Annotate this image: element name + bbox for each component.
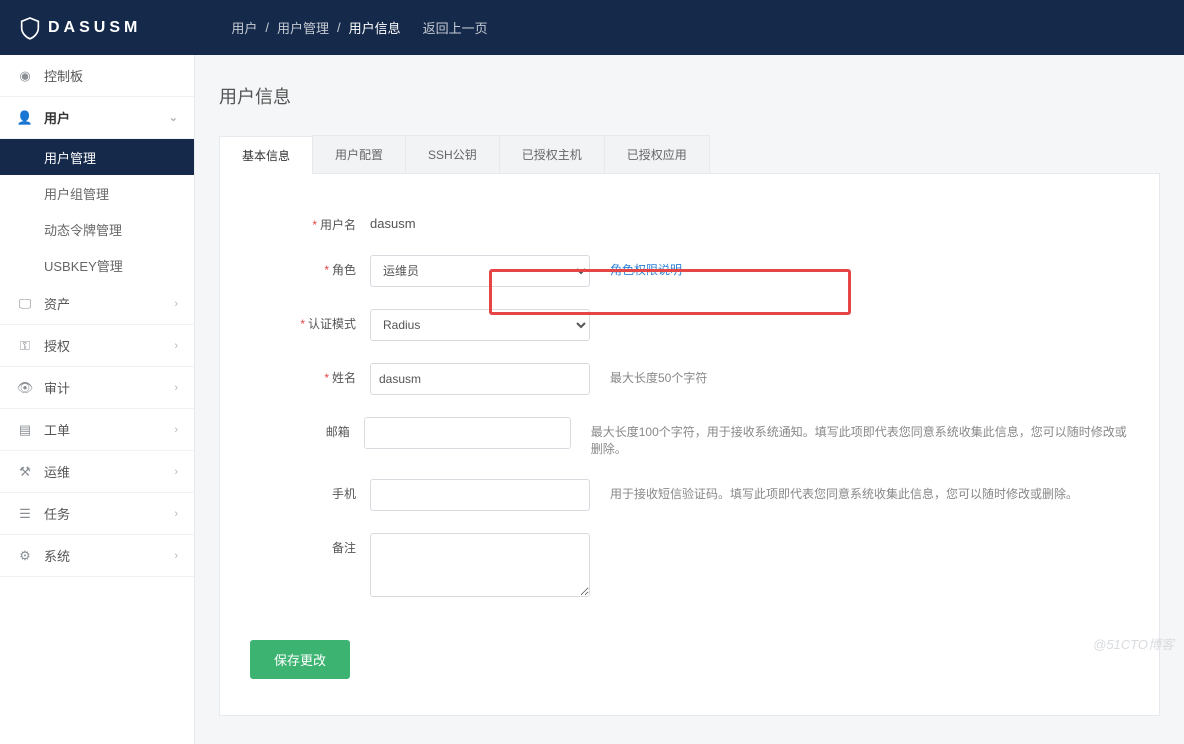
sidebar-sub-usergroup[interactable]: 用户组管理 xyxy=(0,175,194,211)
chevron-right-icon: › xyxy=(174,466,178,478)
monitor-icon: 🖵 xyxy=(16,296,34,312)
email-input[interactable] xyxy=(364,417,571,449)
shield-icon xyxy=(20,16,40,40)
sidebar-item-label: 用户 xyxy=(44,108,70,127)
chevron-right-icon: › xyxy=(174,382,178,394)
breadcrumb: 用户 / 用户管理 / 用户信息 返回上一页 xyxy=(231,18,487,37)
task-icon: ☰ xyxy=(16,506,34,522)
sidebar-item-audit[interactable]: 👁 审计 › xyxy=(0,367,194,409)
tab-config[interactable]: 用户配置 xyxy=(312,135,406,173)
file-icon: ▤ xyxy=(16,422,34,438)
chevron-right-icon: › xyxy=(174,508,178,520)
brand-text: DASUSM xyxy=(48,19,141,37)
watermark: @51CTO博客 xyxy=(1093,634,1174,653)
sidebar-sub-token[interactable]: 动态令牌管理 xyxy=(0,211,194,247)
sidebar-item-assets[interactable]: 🖵 资产 › xyxy=(0,283,194,325)
ops-icon: ⚒ xyxy=(16,464,34,480)
sidebar-item-label: 控制板 xyxy=(44,66,83,85)
tabs: 基本信息 用户配置 SSH公钥 已授权主机 已授权应用 xyxy=(219,135,1160,174)
realname-input[interactable] xyxy=(370,363,590,395)
breadcrumb-lvl3: 用户信息 xyxy=(349,18,401,37)
username-value: dasusm xyxy=(370,210,590,231)
realname-hint: 最大长度50个字符 xyxy=(610,363,707,386)
sidebar: ◉ 控制板 👤 用户 ⌄ 用户管理 用户组管理 动态令牌管理 USBKEY管理 … xyxy=(0,55,195,744)
sidebar-item-task[interactable]: ☰ 任务 › xyxy=(0,493,194,535)
role-select[interactable]: 运维员 xyxy=(370,255,590,287)
user-icon: 👤 xyxy=(16,110,34,126)
row-remark: 备注 xyxy=(250,533,1129,600)
save-button[interactable]: 保存更改 xyxy=(250,640,350,679)
chevron-down-icon: ⌄ xyxy=(169,111,178,124)
chevron-right-icon: › xyxy=(174,340,178,352)
sidebar-item-ticket[interactable]: ▤ 工单 › xyxy=(0,409,194,451)
role-desc-link[interactable]: 角色权限说明 xyxy=(610,263,682,277)
sidebar-sub-user: 用户管理 用户组管理 动态令牌管理 USBKEY管理 xyxy=(0,139,194,283)
sidebar-item-label: 工单 xyxy=(44,420,70,439)
sidebar-item-label: 系统 xyxy=(44,546,70,565)
top-bar: DASUSM 用户 / 用户管理 / 用户信息 返回上一页 xyxy=(0,0,1184,55)
breadcrumb-lvl2[interactable]: 用户管理 xyxy=(277,18,329,37)
tab-hosts[interactable]: 已授权主机 xyxy=(499,135,605,173)
sidebar-sub-user-manage[interactable]: 用户管理 xyxy=(0,139,194,175)
sidebar-item-dashboard[interactable]: ◉ 控制板 xyxy=(0,55,194,97)
form-panel: *用户名 dasusm *角色 运维员 角色权限说明 *认证模式 Radius … xyxy=(219,174,1160,716)
sidebar-item-label: 资产 xyxy=(44,294,70,313)
phone-hint: 用于接收短信验证码。填写此项即代表您同意系统收集此信息，您可以随时修改或删除。 xyxy=(610,479,1078,502)
breadcrumb-lvl1[interactable]: 用户 xyxy=(231,18,257,37)
breadcrumb-back[interactable]: 返回上一页 xyxy=(423,18,488,37)
sidebar-item-user[interactable]: 👤 用户 ⌄ xyxy=(0,97,194,139)
key-icon: ⚿ xyxy=(16,338,34,354)
sidebar-item-label: 任务 xyxy=(44,504,70,523)
sidebar-sub-usbkey[interactable]: USBKEY管理 xyxy=(0,247,194,283)
sidebar-item-label: 审计 xyxy=(44,378,70,397)
row-role: *角色 运维员 角色权限说明 xyxy=(250,255,1129,287)
chevron-right-icon: › xyxy=(174,298,178,310)
eye-icon: 👁 xyxy=(16,380,34,396)
sidebar-item-label: 运维 xyxy=(44,462,70,481)
sidebar-item-ops[interactable]: ⚒ 运维 › xyxy=(0,451,194,493)
brand-logo: DASUSM xyxy=(20,16,141,40)
row-username: *用户名 dasusm xyxy=(250,210,1129,233)
authmode-select[interactable]: Radius xyxy=(370,309,590,341)
chevron-right-icon: › xyxy=(174,550,178,562)
row-phone: 手机 用于接收短信验证码。填写此项即代表您同意系统收集此信息，您可以随时修改或删… xyxy=(250,479,1129,511)
remark-textarea[interactable] xyxy=(370,533,590,597)
sidebar-item-label: 授权 xyxy=(44,336,70,355)
row-realname: *姓名 最大长度50个字符 xyxy=(250,363,1129,395)
chevron-right-icon: › xyxy=(174,424,178,436)
email-hint: 最大长度100个字符，用于接收系统通知。填写此项即代表您同意系统收集此信息，您可… xyxy=(591,417,1129,457)
sidebar-item-system[interactable]: ⚙ 系统 › xyxy=(0,535,194,577)
gear-icon: ⚙ xyxy=(16,548,34,564)
row-authmode: *认证模式 Radius xyxy=(250,309,1129,341)
tab-apps[interactable]: 已授权应用 xyxy=(604,135,710,173)
phone-input[interactable] xyxy=(370,479,590,511)
sidebar-item-auth[interactable]: ⚿ 授权 › xyxy=(0,325,194,367)
tab-sshkey[interactable]: SSH公钥 xyxy=(405,135,500,173)
dashboard-icon: ◉ xyxy=(16,68,34,84)
main-content: 用户信息 基本信息 用户配置 SSH公钥 已授权主机 已授权应用 *用户名 da… xyxy=(195,55,1184,744)
page-title: 用户信息 xyxy=(219,83,1160,109)
tab-basic[interactable]: 基本信息 xyxy=(219,136,313,174)
row-email: 邮箱 最大长度100个字符，用于接收系统通知。填写此项即代表您同意系统收集此信息… xyxy=(250,417,1129,457)
